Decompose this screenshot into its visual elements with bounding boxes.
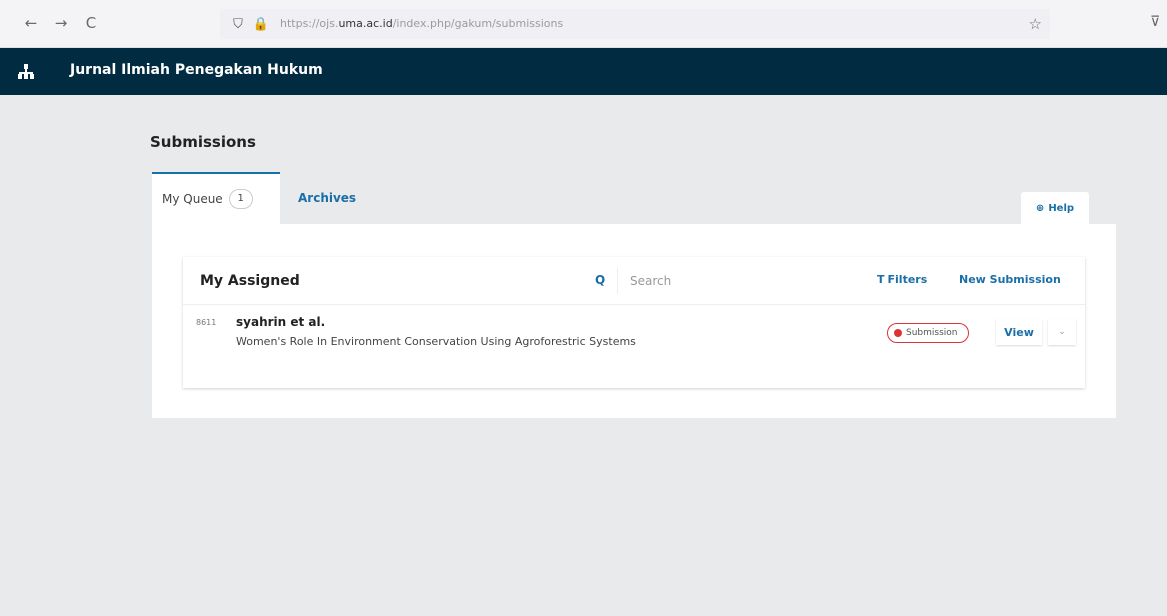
list-header: My Assigned Q TFilters New Submission — [183, 257, 1085, 305]
url-path: /index.php/gakum/submissions — [392, 17, 564, 30]
journal-title[interactable]: Jurnal Ilmiah Penegakan Hukum — [70, 62, 323, 78]
filter-icon: T — [877, 273, 885, 286]
tab-my-queue[interactable]: My Queue 1 — [152, 172, 280, 224]
search-icon[interactable]: Q — [595, 273, 605, 287]
pocket-icon[interactable]: ⊽ — [1150, 14, 1160, 30]
url-text[interactable]: https://ojs.uma.ac.id/index.php/gakum/su… — [280, 17, 563, 30]
help-label: Help — [1048, 202, 1075, 214]
lock-icon[interactable]: 🔒 — [253, 16, 269, 32]
stage-label: Submission — [906, 328, 958, 338]
stage-dot-icon — [894, 329, 902, 337]
url-domain: uma.ac.id — [338, 17, 393, 30]
help-button[interactable]: ⊕ Help — [1021, 192, 1089, 224]
page-title: Submissions — [150, 133, 256, 151]
tab-archives[interactable]: Archives — [298, 172, 388, 224]
filters-button[interactable]: T Filters — [877, 273, 927, 286]
queue-panel: My Assigned Q TFilters New Submission 86… — [152, 224, 1116, 418]
list-item[interactable]: 8611 syahrin et al. Women's Role In Envi… — [183, 305, 1085, 387]
address-bar[interactable]: ⛉ 🔒 https://ojs.uma.ac.id/index.php/gaku… — [220, 9, 1050, 39]
tab-bar: My Queue 1 Archives ⊕ Help — [152, 172, 1116, 224]
reload-icon[interactable]: C — [82, 14, 100, 32]
tab-archives-label: Archives — [298, 191, 357, 205]
list-title: My Assigned — [200, 273, 300, 289]
stage-badge[interactable]: Submission — [887, 323, 969, 343]
help-icon: ⊕ — [1035, 202, 1045, 214]
bookmark-star-icon[interactable]: ☆ — [1029, 15, 1042, 33]
new-submission-button[interactable]: New Submission — [959, 273, 1061, 286]
forward-arrow-icon[interactable]: → — [52, 14, 70, 32]
submission-title: Women's Role In Environment Conservation… — [236, 335, 636, 348]
browser-toolbar: ← → C ⛉ 🔒 https://ojs.uma.ac.id/index.ph… — [0, 0, 1167, 48]
tab-my-queue-label: My Queue — [162, 192, 223, 206]
view-button[interactable]: View — [996, 319, 1042, 345]
queue-count-badge: 1 — [228, 189, 253, 209]
shield-icon[interactable]: ⛉ — [230, 16, 246, 32]
filters-label: Filters — [887, 273, 928, 286]
expand-chevron-icon[interactable]: ⌄ — [1048, 319, 1076, 345]
url-prefix: https://ojs. — [280, 17, 339, 30]
back-arrow-icon[interactable]: ← — [22, 14, 40, 32]
submissions-list: My Assigned Q TFilters New Submission 86… — [183, 257, 1085, 388]
search-input[interactable] — [617, 268, 852, 294]
submission-author: syahrin et al. — [236, 315, 326, 329]
app-header: Jurnal Ilmiah Penegakan Hukum — [0, 48, 1167, 95]
site-tree-icon[interactable] — [16, 62, 36, 82]
submission-id: 8611 — [196, 318, 217, 327]
